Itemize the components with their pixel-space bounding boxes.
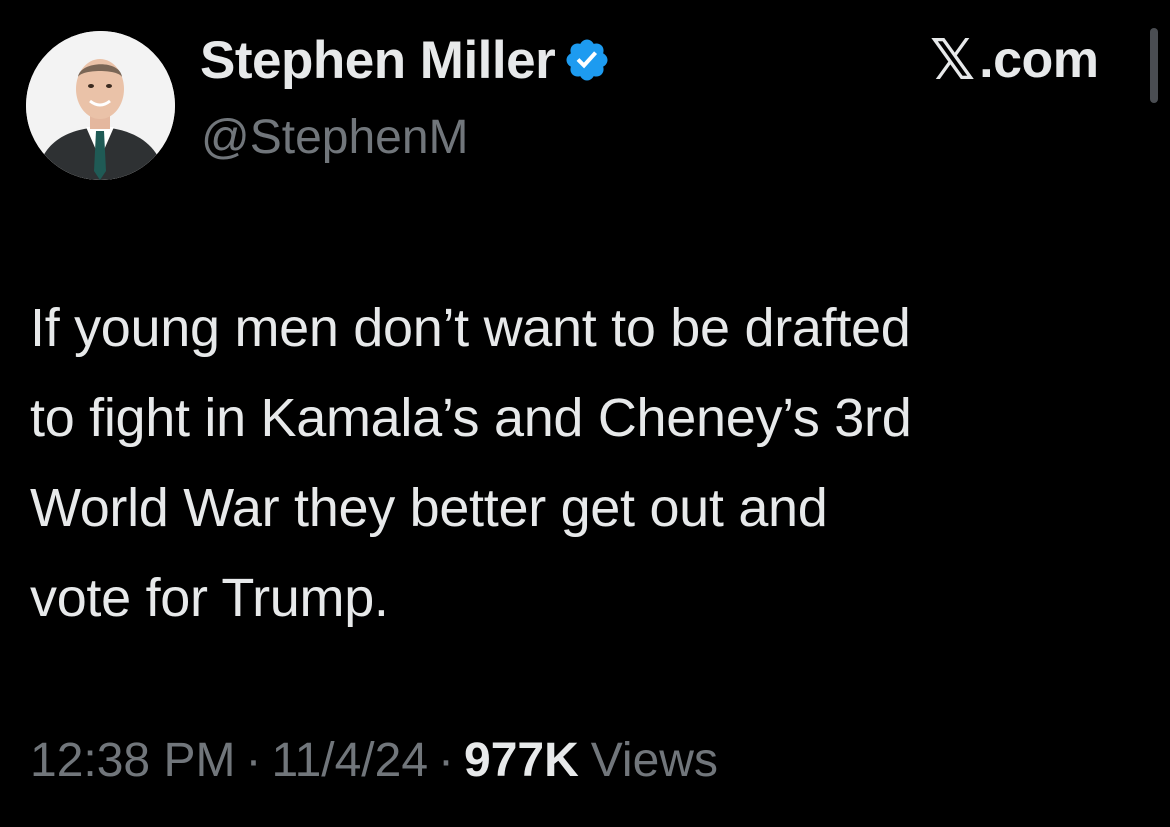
avatar-photo <box>26 31 175 180</box>
tweet-card: Stephen Miller @StephenM 𝕏 .com If young… <box>0 0 1170 827</box>
tweet-time[interactable]: 12:38 PM <box>30 733 235 788</box>
verified-badge-icon <box>563 36 611 84</box>
tweet-text-line: to fight in Kamala’s and Cheney’s 3rd <box>30 388 912 448</box>
meta-separator: · <box>245 733 262 787</box>
scrollbar[interactable] <box>1150 28 1158 103</box>
tweet-date[interactable]: 11/4/24 <box>271 733 428 788</box>
source-domain: .com <box>979 31 1099 89</box>
tweet-text-line: World War they better get out and <box>30 478 828 538</box>
author-display-name[interactable]: Stephen Miller <box>200 30 556 91</box>
tweet-text: If young men don’t want to be drafted to… <box>30 283 1150 643</box>
avatar[interactable] <box>26 31 175 180</box>
tweet-text-line: vote for Trump. <box>30 568 389 628</box>
author-handle[interactable]: @StephenM <box>201 110 469 165</box>
x-logo-icon: 𝕏 <box>930 27 976 93</box>
meta-separator: · <box>438 733 455 787</box>
tweet-meta: 12:38 PM · 11/4/24 · 977K Views <box>30 728 718 792</box>
views-label: Views <box>590 733 718 787</box>
source-link[interactable]: 𝕏 .com <box>930 28 1099 93</box>
tweet-text-line: If young men don’t want to be drafted <box>30 298 911 358</box>
author-name-row: Stephen Miller <box>200 30 611 90</box>
views-count[interactable]: 977K <box>464 733 579 788</box>
